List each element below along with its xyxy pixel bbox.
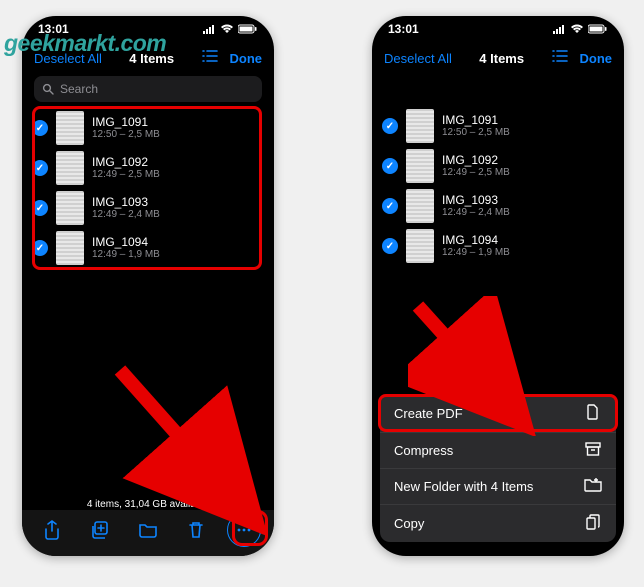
file-name: IMG_1093 — [92, 195, 264, 209]
file-name: IMG_1091 — [442, 113, 614, 127]
list-item[interactable]: ✓ IMG_1091 12:50 – 2,5 MB — [378, 106, 618, 146]
done-button[interactable]: Done — [579, 51, 612, 66]
move-button[interactable] — [131, 513, 165, 547]
archive-icon — [584, 442, 602, 459]
list-layout-icon[interactable] — [551, 49, 569, 68]
checkmark-icon[interactable]: ✓ — [382, 158, 398, 174]
file-name: IMG_1092 — [442, 153, 614, 167]
share-button[interactable] — [35, 513, 69, 547]
checkmark-icon[interactable]: ✓ — [382, 118, 398, 134]
file-thumb — [56, 151, 84, 185]
menu-label: New Folder with 4 Items — [394, 479, 533, 494]
phone-right: 13:01 Deselect All 4 Items Done ✓ IMG_10… — [372, 16, 624, 556]
more-button[interactable] — [227, 513, 261, 547]
checkmark-icon[interactable]: ✓ — [32, 240, 48, 256]
file-sub: 12:50 – 2,5 MB — [442, 127, 614, 139]
deselect-all-button[interactable]: Deselect All — [384, 51, 452, 66]
list-item[interactable]: ✓ IMG_1092 12:49 – 2,5 MB — [378, 146, 618, 186]
list-item[interactable]: ✓ IMG_1093 12:49 – 2,4 MB — [28, 188, 268, 228]
storage-status: 4 items, 31,04 GB available — [22, 499, 274, 510]
bottom-toolbar — [22, 510, 274, 556]
context-menu: Create PDF Compress New Folder with 4 It… — [380, 395, 616, 542]
file-thumb — [56, 111, 84, 145]
done-button[interactable]: Done — [229, 51, 262, 66]
checkmark-icon[interactable]: ✓ — [382, 238, 398, 254]
file-list: ✓ IMG_1091 12:50 – 2,5 MB ✓ IMG_1092 12:… — [372, 106, 624, 266]
list-item[interactable]: ✓ IMG_1091 12:50 – 2,5 MB — [28, 108, 268, 148]
menu-create-pdf[interactable]: Create PDF — [380, 395, 616, 432]
new-folder-icon — [584, 478, 602, 495]
list-item[interactable]: ✓ IMG_1094 12:49 – 1,9 MB — [28, 228, 268, 268]
status-bar: 13:01 — [372, 16, 624, 42]
list-item[interactable]: ✓ IMG_1092 12:49 – 2,5 MB — [28, 148, 268, 188]
menu-label: Compress — [394, 443, 453, 458]
watermark: geekmarkt.com — [4, 30, 166, 57]
file-list: ✓ IMG_1091 12:50 – 2,5 MB ✓ IMG_1092 12:… — [22, 108, 274, 268]
status-indicators — [552, 24, 608, 34]
menu-new-folder[interactable]: New Folder with 4 Items — [380, 468, 616, 504]
file-name: IMG_1094 — [442, 233, 614, 247]
file-sub: 12:49 – 2,4 MB — [92, 209, 264, 221]
file-sub: 12:49 – 1,9 MB — [92, 249, 264, 261]
copy-icon — [584, 514, 602, 533]
checkmark-icon[interactable]: ✓ — [32, 200, 48, 216]
file-name: IMG_1092 — [92, 155, 264, 169]
file-thumb — [56, 231, 84, 265]
file-thumb — [406, 189, 434, 223]
menu-compress[interactable]: Compress — [380, 432, 616, 468]
menu-label: Copy — [394, 516, 424, 531]
nav-title: 4 Items — [479, 51, 524, 66]
file-name: IMG_1094 — [92, 235, 264, 249]
document-icon — [584, 404, 602, 423]
checkmark-icon[interactable]: ✓ — [32, 120, 48, 136]
search-placeholder: Search — [60, 82, 98, 96]
file-thumb — [406, 229, 434, 263]
menu-label: Create PDF — [394, 406, 463, 421]
checkmark-icon[interactable]: ✓ — [32, 160, 48, 176]
menu-copy[interactable]: Copy — [380, 504, 616, 542]
nav-bar: Deselect All 4 Items Done — [372, 42, 624, 74]
phone-left: 13:01 Deselect All 4 Items Done Search ✓… — [22, 16, 274, 556]
file-sub: 12:49 – 2,5 MB — [442, 167, 614, 179]
file-sub: 12:49 – 2,5 MB — [92, 169, 264, 181]
file-thumb — [406, 109, 434, 143]
file-thumb — [406, 149, 434, 183]
file-sub: 12:49 – 2,4 MB — [442, 207, 614, 219]
delete-button[interactable] — [179, 513, 213, 547]
file-name: IMG_1091 — [92, 115, 264, 129]
status-time: 13:01 — [388, 22, 419, 36]
list-item[interactable]: ✓ IMG_1093 12:49 – 2,4 MB — [378, 186, 618, 226]
checkmark-icon[interactable]: ✓ — [382, 198, 398, 214]
list-layout-icon[interactable] — [201, 49, 219, 68]
status-indicators — [202, 24, 258, 34]
file-sub: 12:49 – 1,9 MB — [442, 247, 614, 259]
list-item[interactable]: ✓ IMG_1094 12:49 – 1,9 MB — [378, 226, 618, 266]
file-sub: 12:50 – 2,5 MB — [92, 129, 264, 141]
file-name: IMG_1093 — [442, 193, 614, 207]
search-input[interactable]: Search — [34, 76, 262, 102]
duplicate-button[interactable] — [83, 513, 117, 547]
file-thumb — [56, 191, 84, 225]
